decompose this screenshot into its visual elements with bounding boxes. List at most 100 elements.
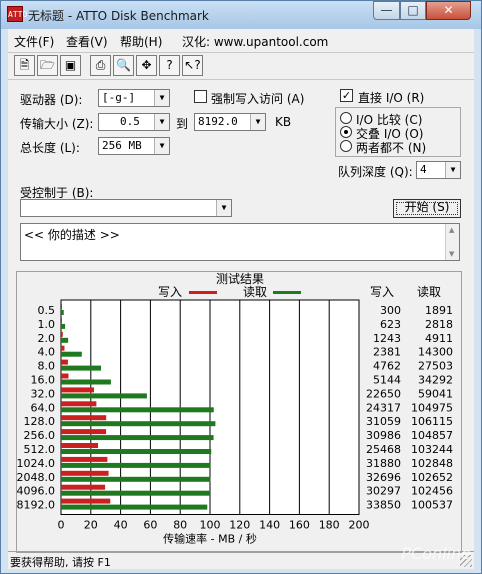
print-preview-button[interactable]: 🔍 xyxy=(113,55,134,76)
x-tick-label: 20 xyxy=(84,519,98,532)
read-value: 102456 xyxy=(411,485,453,498)
write-value: 30297 xyxy=(366,485,401,498)
write-bar xyxy=(61,331,63,337)
category-label: 256.0 xyxy=(24,429,56,442)
write-value: 25468 xyxy=(366,443,401,456)
x-tick-label: 0 xyxy=(58,519,65,532)
write-value: 22650 xyxy=(366,387,401,400)
help-icon: ? xyxy=(166,58,173,72)
write-bar xyxy=(61,415,107,421)
menu-help[interactable]: 帮助(H) xyxy=(120,33,162,50)
read-value: 34292 xyxy=(418,373,453,386)
read-value: 100537 xyxy=(411,499,453,512)
read-bar xyxy=(61,365,102,371)
write-bar xyxy=(61,484,106,490)
description-scrollbar[interactable]: ▲ ▼ xyxy=(445,224,459,260)
close-button[interactable]: ✕ xyxy=(426,1,471,20)
write-bar xyxy=(61,401,97,407)
close-icon: ✕ xyxy=(443,3,454,17)
read-value: 27503 xyxy=(418,360,453,373)
overlap-io-radio[interactable] xyxy=(340,126,352,138)
write-value: 623 xyxy=(380,318,401,331)
category-label: 128.0 xyxy=(24,415,56,428)
read-value: 4911 xyxy=(425,332,453,345)
drive-label: 驱动器 (D): xyxy=(20,93,83,107)
x-tick-label: 200 xyxy=(349,519,370,532)
new-icon: 🗎 xyxy=(19,58,30,72)
menu-file[interactable]: 文件(F) xyxy=(14,33,54,50)
force-write-label: 强制写入访问 (A) xyxy=(211,92,305,106)
read-bar xyxy=(61,351,82,357)
io-compare-radio[interactable] xyxy=(340,112,352,124)
x-axis-label: 传输速率 - MB / 秒 xyxy=(163,532,257,546)
chevron-down-icon: ▼ xyxy=(154,114,169,130)
open-icon: 🗁 xyxy=(40,58,55,72)
description-textarea[interactable]: << 你的描述 >> ▲ ▼ xyxy=(20,223,460,261)
description-text: << 你的描述 >> xyxy=(24,228,120,242)
read-value: 102848 xyxy=(411,457,453,470)
new-button[interactable]: 🗎 xyxy=(14,55,35,76)
read-bar xyxy=(61,449,212,454)
x-tick-label: 160 xyxy=(289,519,310,532)
menu-view[interactable]: 查看(V) xyxy=(66,33,108,50)
category-label: 8.0 xyxy=(38,360,56,373)
client-area: 文件(F) 查看(V) 帮助(H) 汉化: www.upantool.com 🗎… xyxy=(8,29,474,569)
minimize-button[interactable]: — xyxy=(373,1,400,20)
x-tick-label: 120 xyxy=(229,519,250,532)
category-label: 4096.0 xyxy=(17,485,55,498)
read-value: 104857 xyxy=(411,429,453,442)
direct-io-checkbox[interactable]: ✓ xyxy=(340,89,353,102)
atto-app-icon: ATTO xyxy=(7,6,27,22)
help-button[interactable]: ? xyxy=(159,55,180,76)
write-value: 31880 xyxy=(366,457,401,470)
write-value: 33850 xyxy=(366,499,401,512)
total-length-select[interactable]: 256 MB ▼ xyxy=(98,137,170,155)
category-label: 8192.0 xyxy=(17,499,55,512)
legend-write-swatch xyxy=(189,291,217,294)
print-button[interactable]: ⎙ xyxy=(90,55,111,76)
read-value: 102652 xyxy=(411,471,453,484)
transfer-from-select[interactable]: 0.5 ▼ xyxy=(98,113,170,131)
category-label: 16.0 xyxy=(31,373,56,386)
x-tick-label: 80 xyxy=(173,519,187,532)
controlled-by-select[interactable]: ▼ xyxy=(20,199,232,217)
scroll-down-icon: ▼ xyxy=(449,250,455,258)
move-button[interactable]: ✥ xyxy=(136,55,157,76)
minimize-icon: — xyxy=(380,3,393,17)
x-tick-label: 180 xyxy=(319,519,340,532)
save-icon: ▣ xyxy=(64,58,77,72)
context-help-button[interactable]: ↖? xyxy=(182,55,203,76)
transfer-to-select[interactable]: 8192.0 ▼ xyxy=(194,113,266,131)
queue-depth-select[interactable]: 4 ▼ xyxy=(416,161,461,179)
transfer-from-value: 0.5 xyxy=(120,115,140,128)
legend-read-label: 读取 xyxy=(243,285,267,299)
read-bar xyxy=(61,337,69,343)
read-bar xyxy=(61,379,111,385)
transfer-to-value: 8192.0 xyxy=(198,115,238,128)
menu-bar: 文件(F) 查看(V) 帮助(H) 汉化: www.upantool.com xyxy=(8,29,474,51)
maximize-button[interactable]: □ xyxy=(400,1,426,20)
status-text: 要获得帮助, 请按 F1 xyxy=(10,556,111,569)
write-bar xyxy=(61,387,94,393)
maximize-icon: □ xyxy=(407,3,419,17)
move-icon: ✥ xyxy=(141,58,152,72)
table-write-header: 写入 xyxy=(370,285,394,299)
write-value: 5144 xyxy=(373,373,401,386)
read-value: 1891 xyxy=(425,304,453,317)
force-write-checkbox[interactable] xyxy=(194,90,207,103)
menu-localization[interactable]: 汉化: www.upantool.com xyxy=(182,33,328,50)
save-button[interactable]: ▣ xyxy=(60,55,81,76)
x-tick-label: 40 xyxy=(114,519,128,532)
check-icon: ✓ xyxy=(341,89,352,102)
open-button[interactable]: 🗁 xyxy=(37,55,58,76)
category-label: 2.0 xyxy=(38,332,56,345)
title-bar[interactable]: ATTO 无标题 - ATTO Disk Benchmark — □ ✕ xyxy=(1,1,481,29)
chart-title: 测试结果 xyxy=(216,272,264,286)
write-bar xyxy=(61,470,109,476)
neither-radio[interactable] xyxy=(340,140,352,152)
direct-io-label: 直接 I/O (R) xyxy=(358,91,425,105)
chevron-down-icon: ▼ xyxy=(154,138,169,154)
write-value: 1243 xyxy=(373,332,401,345)
drive-select[interactable]: [-g-] ▼ xyxy=(98,89,170,107)
start-button[interactable]: 开始 (S) xyxy=(393,199,461,218)
